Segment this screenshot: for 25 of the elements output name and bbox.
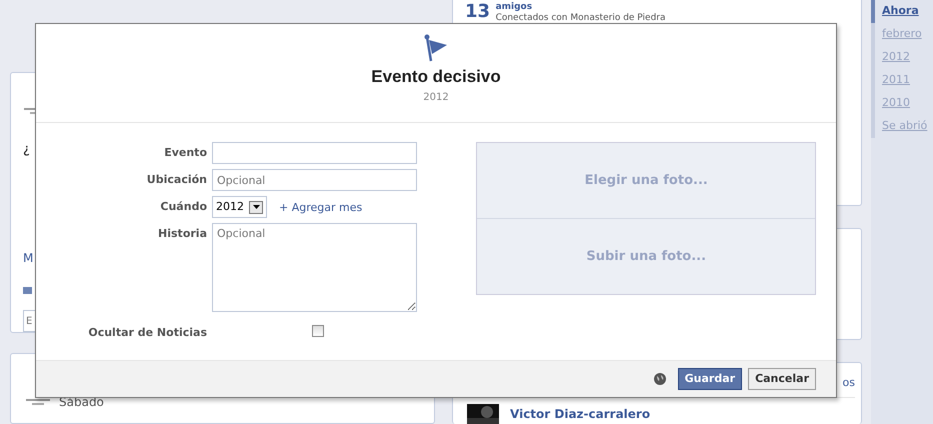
- field-label: Evento: [163, 145, 207, 161]
- text-field[interactable]: Opcional: [212, 169, 417, 191]
- text-field[interactable]: [212, 142, 417, 164]
- friends-count: 13: [465, 2, 490, 23]
- globe-icon[interactable]: [654, 373, 666, 385]
- dialog-year: 2012: [423, 90, 449, 104]
- field-label: Ocultar de Noticias: [87, 325, 207, 341]
- story-field[interactable]: Opcional: [212, 223, 417, 312]
- add-month-link[interactable]: + Agregar mes: [279, 196, 362, 216]
- menu-link[interactable]: M: [23, 249, 34, 267]
- friends-label[interactable]: amigos: [496, 2, 666, 13]
- timeline-item[interactable]: Ahora: [871, 0, 933, 23]
- cancel-button[interactable]: Cancelar: [748, 368, 816, 390]
- checkbox[interactable]: [312, 325, 324, 337]
- friends-subtitle: Conectados con Monasterio de Piedra: [496, 13, 666, 23]
- dialog-title: Evento decisivo: [371, 66, 501, 88]
- year-select[interactable]: 2012: [212, 196, 267, 218]
- question-text: ¿: [23, 140, 30, 158]
- caret-icon: [252, 205, 260, 209]
- field-label: Ubicación: [146, 172, 207, 188]
- person-name[interactable]: Victor Diaz-carralero: [510, 405, 650, 423]
- flag-icon: [424, 34, 448, 62]
- save-button[interactable]: Guardar: [678, 368, 742, 390]
- field-label: Cuándo: [159, 199, 207, 215]
- field-label: Historia: [157, 226, 207, 242]
